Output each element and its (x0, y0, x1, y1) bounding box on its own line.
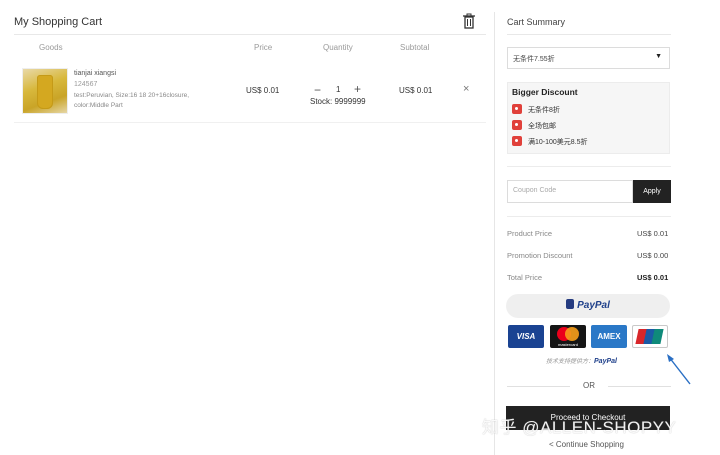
total-price-value: US$ 0.01 (637, 273, 669, 282)
discount-item: 满10-100美元8.5折 (512, 136, 662, 148)
coupon-tag-icon (512, 136, 522, 146)
product-thumbnail[interactable] (22, 68, 68, 114)
promotion-discount-label: Promotion Discount (507, 251, 573, 260)
stock-count: Stock: 9999999 (310, 97, 366, 106)
quantity-value[interactable]: 1 (336, 85, 340, 94)
discount-item-label: 无条件8折 (528, 107, 560, 114)
product-attributes-2: color:Middle Part (74, 102, 123, 109)
discount-item-label: 全场包邮 (528, 123, 556, 130)
mastercard-card-icon[interactable]: mastercard (550, 325, 586, 348)
coupon-tag-icon (512, 120, 522, 130)
or-divider-left (507, 386, 570, 387)
panel-divider (494, 12, 495, 455)
remove-item-button[interactable]: × (463, 83, 469, 95)
header-divider (14, 34, 486, 35)
discount-item: 无条件8折 (512, 104, 662, 116)
item-subtotal: US$ 0.01 (399, 86, 433, 95)
continue-shopping-link[interactable]: < Continue Shopping (549, 440, 624, 449)
quantity-decrease-button[interactable]: − (314, 83, 321, 97)
summary-title: Cart Summary (507, 17, 566, 27)
trash-icon[interactable] (462, 13, 476, 29)
row-divider (14, 122, 486, 123)
column-header-quantity: Quantity (323, 43, 353, 52)
discount-item-label: 满10-100美元8.5折 (528, 139, 588, 146)
visa-card-icon[interactable]: VISA (508, 325, 544, 348)
column-header-subtotal: Subtotal (400, 43, 430, 52)
apply-button[interactable]: Apply (633, 180, 671, 203)
or-label: OR (583, 381, 595, 390)
divider (507, 216, 671, 217)
product-code: 124567 (74, 81, 98, 88)
mastercard-orange-circle (565, 327, 579, 341)
promotion-select[interactable]: 无条件7.55折 ▼ (507, 47, 670, 69)
product-name[interactable]: tianjai xiangsi (74, 70, 116, 77)
divider (507, 166, 671, 167)
paypal-button-label: PayPal (577, 300, 610, 311)
bigger-discount-title: Bigger Discount (512, 87, 578, 97)
paypal-button[interactable]: PayPal (506, 294, 670, 318)
total-price-label: Total Price (507, 273, 543, 282)
promotion-discount-value: US$ 0.00 (637, 251, 669, 260)
column-header-price: Price (254, 43, 273, 52)
item-price: US$ 0.01 (246, 86, 280, 95)
dress-image (37, 75, 53, 109)
unionpay-card-icon[interactable] (632, 325, 668, 348)
powered-by-brand: PayPal (594, 358, 617, 365)
promotion-select-value: 无条件7.55折 (513, 56, 555, 63)
product-price-value: US$ 0.01 (637, 229, 669, 238)
paypal-icon (566, 299, 575, 309)
discount-item: 全场包邮 (512, 120, 662, 132)
column-header-goods: Goods (39, 43, 63, 52)
quantity-increase-button[interactable]: + (354, 82, 361, 96)
product-price-label: Product Price (507, 229, 553, 238)
product-attributes: test:Peruvian, Size:16 18 20+16closure, (74, 92, 190, 99)
amex-card-icon[interactable]: AMEX (591, 325, 627, 348)
coupon-tag-icon (512, 104, 522, 114)
or-divider-right (608, 386, 671, 387)
watermark: 知乎 @ALLEN-SHOPYY (482, 418, 677, 437)
powered-by-note: 技术支持提供方：PayPal (546, 356, 617, 365)
powered-by-prefix: 技术支持提供方： (546, 359, 595, 365)
summary-divider (507, 34, 671, 35)
mastercard-label: mastercard (557, 342, 578, 347)
annotation-arrow-icon (667, 354, 691, 385)
unionpay-green-stripe (651, 329, 664, 344)
page-title: My Shopping Cart (14, 16, 103, 28)
coupon-input[interactable]: Coupon Code (507, 180, 633, 203)
caret-down-icon: ▼ (655, 53, 662, 60)
